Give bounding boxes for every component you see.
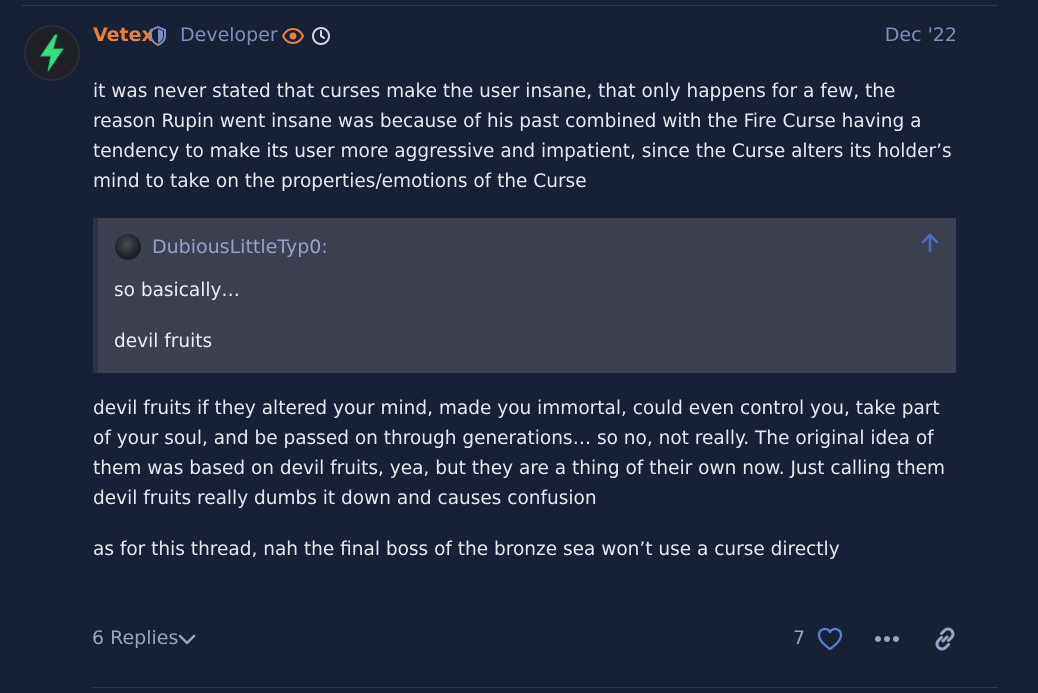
replies-button[interactable]: 6 Replies — [92, 627, 178, 649]
quote-line: so basically… — [114, 280, 240, 301]
link-icon[interactable] — [931, 625, 959, 657]
like-count: 7 — [793, 627, 806, 649]
bottom-divider — [93, 687, 998, 688]
quote-avatar[interactable] — [115, 234, 141, 260]
quote-line: devil fruits — [114, 331, 213, 352]
eye-icon — [281, 26, 305, 50]
quote-author: DubiousLittleTyp0: — [152, 236, 328, 258]
shield-icon — [149, 25, 167, 50]
post-date-link[interactable]: Dec '22 — [885, 24, 957, 46]
clock-icon — [311, 26, 331, 50]
heart-icon[interactable] — [816, 626, 844, 656]
chevron-down-icon[interactable] — [178, 631, 196, 651]
avatar[interactable] — [24, 25, 80, 81]
more-icon[interactable] — [873, 630, 901, 652]
quote-block: DubiousLittleTyp0: so basically… devil f… — [93, 218, 956, 373]
user-title: Developer — [180, 24, 278, 46]
top-divider — [22, 5, 998, 6]
arrow-up-icon[interactable] — [919, 232, 941, 258]
username-link[interactable]: Vetex — [93, 24, 154, 46]
post-paragraph: it was never stated that curses make the… — [93, 81, 952, 192]
post-paragraph: devil fruits if they altered your mind, … — [93, 398, 946, 509]
post-paragraph: as for this thread, nah the final boss o… — [93, 539, 840, 560]
post-header: Vetex Developer Dec '22 — [93, 22, 957, 50]
post-page: Vetex Developer Dec '22 it was never sta… — [0, 0, 1038, 693]
lightning-bolt-icon — [40, 34, 64, 72]
